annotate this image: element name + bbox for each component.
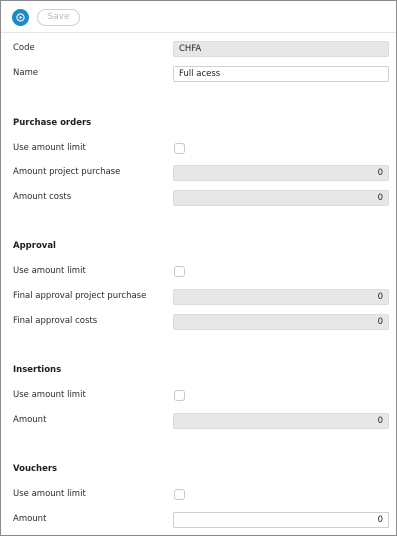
form-panel: Save Code CHFA Name Full acess Purchase … bbox=[0, 0, 397, 536]
code-label: Code bbox=[13, 43, 35, 53]
name-field[interactable]: Full acess bbox=[173, 66, 389, 82]
final-approval-project-purchase-field: 0 bbox=[173, 289, 389, 305]
play-icon bbox=[16, 13, 25, 22]
insertions-amount-label: Amount bbox=[13, 415, 47, 425]
po-use-amount-limit-label: Use amount limit bbox=[13, 143, 86, 153]
insertions-amount-field: 0 bbox=[173, 413, 389, 429]
toolbar: Save bbox=[1, 1, 396, 33]
approval-use-amount-limit-checkbox[interactable] bbox=[174, 266, 185, 277]
approval-use-amount-limit-label: Use amount limit bbox=[13, 266, 86, 276]
vouchers-use-amount-limit-checkbox[interactable] bbox=[174, 489, 185, 500]
insertions-use-amount-limit-checkbox[interactable] bbox=[174, 390, 185, 401]
po-use-amount-limit-checkbox[interactable] bbox=[174, 143, 185, 154]
save-button[interactable]: Save bbox=[37, 9, 80, 26]
code-field: CHFA bbox=[173, 41, 389, 57]
vouchers-use-amount-limit-label: Use amount limit bbox=[13, 489, 86, 499]
insertions-heading: Insertions bbox=[13, 365, 62, 375]
purchase-orders-heading: Purchase orders bbox=[13, 118, 92, 128]
run-button[interactable] bbox=[12, 9, 29, 26]
approval-heading: Approval bbox=[13, 241, 56, 251]
po-amount-costs-field: 0 bbox=[173, 190, 389, 206]
final-approval-costs-label: Final approval costs bbox=[13, 316, 98, 326]
insertions-use-amount-limit-label: Use amount limit bbox=[13, 390, 86, 400]
po-amount-project-purchase-field: 0 bbox=[173, 165, 389, 181]
final-approval-project-purchase-label: Final approval project purchase bbox=[13, 291, 147, 301]
po-amount-costs-label: Amount costs bbox=[13, 192, 72, 202]
final-approval-costs-field: 0 bbox=[173, 314, 389, 330]
po-amount-project-purchase-label: Amount project purchase bbox=[13, 167, 121, 177]
vouchers-amount-label: Amount bbox=[13, 514, 47, 524]
vouchers-heading: Vouchers bbox=[13, 464, 58, 474]
name-label: Name bbox=[13, 68, 39, 78]
vouchers-amount-field[interactable]: 0 bbox=[173, 512, 389, 528]
